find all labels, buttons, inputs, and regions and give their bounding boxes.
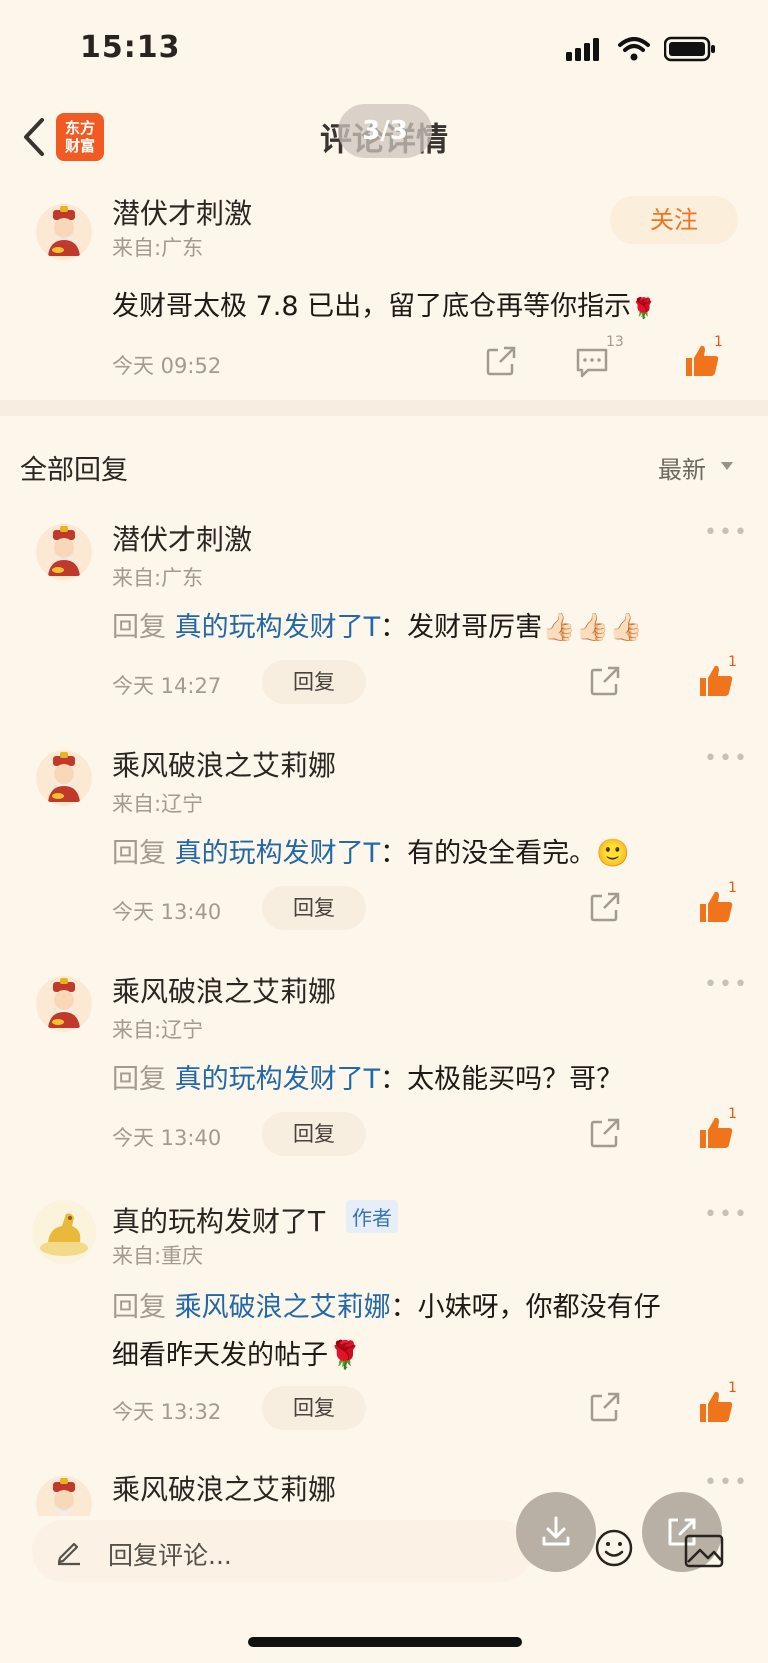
like-count: 1 [728, 1106, 737, 1122]
emoji-smile-icon[interactable] [594, 1528, 634, 1568]
caishen-avatar-icon [36, 1476, 92, 1516]
status-time: 15:13 [80, 30, 181, 65]
author-name[interactable]: 潜伏才刺激 [112, 192, 252, 232]
section-divider [0, 400, 768, 416]
reply-author[interactable]: 真的玩构发财了T [112, 1200, 325, 1240]
all-replies-title: 全部回复 [20, 455, 128, 486]
comment-count: 13 [606, 334, 624, 350]
more-options-icon[interactable]: ••• [704, 1202, 749, 1227]
reply-button[interactable]: 回复 [262, 1386, 366, 1430]
author-badge: 作者 [346, 1200, 398, 1233]
wifi-icon [618, 37, 650, 61]
avatar[interactable] [36, 1476, 92, 1516]
reply-location: 来自:辽宁 [112, 1018, 204, 1042]
reply-content: 回复 乘风破浪之艾莉娜：小妹呀，你都没有仔 [112, 1285, 661, 1324]
avatar[interactable] [32, 1200, 96, 1264]
reply-content: 回复 真的玩构发财了T：太极能买吗？哥？ [112, 1057, 623, 1096]
reply-button[interactable]: 回复 [262, 886, 366, 930]
reply-prefix: 回复 [112, 1292, 166, 1323]
reply-separator: ： [380, 612, 408, 643]
download-icon [542, 1516, 570, 1546]
reply-separator: ： [380, 838, 408, 869]
avatar[interactable] [36, 976, 92, 1032]
comment-bubble-icon[interactable] [574, 346, 610, 378]
more-options-icon[interactable]: ••• [704, 972, 749, 997]
caishen-avatar-icon [36, 524, 92, 580]
download-button[interactable] [516, 1492, 596, 1572]
comment-text: 发财哥太极 7.8 已出，留了底仓再等你指示 [112, 291, 632, 322]
reply-author[interactable]: 乘风破浪之艾莉娜 [112, 1468, 336, 1508]
golden-horse-avatar-icon [32, 1200, 96, 1264]
reply-content: 回复 真的玩构发财了T：有的没全看完。🙂 [112, 831, 630, 870]
battery-icon [664, 36, 715, 62]
reply-author[interactable]: 潜伏才刺激 [112, 518, 252, 558]
share-icon[interactable] [484, 344, 518, 378]
comment-time: 今天 09:52 [112, 354, 222, 378]
author-location: 来自:广东 [112, 236, 204, 260]
reply-content: 回复 真的玩构发财了T：发财哥厉害👍🏻👍🏻👍🏻 [112, 605, 643, 644]
share-icon[interactable] [588, 890, 622, 924]
reply-location: 来自:广东 [112, 566, 204, 590]
sort-dropdown[interactable]: 最新 [658, 450, 706, 485]
reply-prefix: 回复 [112, 1064, 166, 1095]
reply-time: 今天 13:32 [112, 1400, 222, 1424]
share-icon[interactable] [588, 1116, 622, 1150]
more-options-icon[interactable]: ••• [704, 520, 749, 545]
reply-separator: ： [390, 1292, 418, 1323]
like-count: 1 [714, 334, 723, 350]
reply-author[interactable]: 乘风破浪之艾莉娜 [112, 744, 336, 784]
reply-target-link[interactable]: 真的玩构发财了T [175, 838, 381, 869]
reply-target-link[interactable]: 真的玩构发财了T [175, 612, 381, 643]
reply-input-bar[interactable] [32, 1520, 532, 1582]
status-icons [566, 36, 716, 62]
reply-button[interactable]: 回复 [262, 1112, 366, 1156]
reply-target-link[interactable]: 真的玩构发财了T [175, 1064, 381, 1095]
reply-text: 有的没全看完。🙂 [407, 838, 630, 869]
reply-time: 今天 13:40 [112, 1126, 222, 1150]
reply-time: 今天 14:27 [112, 674, 222, 698]
signal-icon [566, 38, 599, 61]
image-icon[interactable] [684, 1534, 724, 1568]
reply-prefix: 回复 [112, 838, 166, 869]
page-indicator: 3/3 [338, 104, 432, 158]
avatar[interactable] [36, 204, 92, 260]
caishen-avatar-icon [36, 976, 92, 1032]
like-count: 1 [728, 1380, 737, 1396]
share-icon[interactable] [588, 1390, 622, 1424]
reply-text: 发财哥厉害👍🏻👍🏻👍🏻 [407, 612, 643, 643]
more-options-icon[interactable]: ••• [704, 746, 749, 771]
reply-author[interactable]: 乘风破浪之艾莉娜 [112, 970, 336, 1010]
home-indicator [248, 1637, 522, 1647]
reply-target-link[interactable]: 乘风破浪之艾莉娜 [175, 1292, 391, 1323]
share-icon[interactable] [588, 664, 622, 698]
reply-location: 来自:辽宁 [112, 792, 204, 816]
caret-down-icon[interactable] [721, 462, 733, 470]
reply-button[interactable]: 回复 [262, 660, 366, 704]
reply-location: 来自:重庆 [112, 1244, 204, 1268]
pencil-icon [57, 1542, 80, 1566]
avatar[interactable] [36, 750, 92, 806]
reply-time: 今天 13:40 [112, 900, 222, 924]
reply-separator: ： [380, 1064, 408, 1095]
like-count: 1 [728, 880, 737, 896]
avatar[interactable] [36, 524, 92, 580]
reply-text: 小妹呀，你都没有仔 [417, 1292, 661, 1323]
like-count: 1 [728, 654, 737, 670]
reply-prefix: 回复 [112, 612, 166, 643]
follow-button[interactable]: 关注 [610, 196, 738, 244]
reply-content-line2: 细看昨天发的帖子🌹 [112, 1340, 362, 1371]
rose-emoji: 🌹 [631, 296, 657, 320]
caishen-avatar-icon [36, 750, 92, 806]
caishen-avatar-icon [36, 204, 92, 260]
reply-text: 太极能买吗？哥？ [407, 1064, 624, 1095]
reply-input-placeholder[interactable]: 回复评论... [108, 1536, 232, 1572]
comment-content: 发财哥太极 7.8 已出，留了底仓再等你指示🌹 [112, 284, 656, 323]
